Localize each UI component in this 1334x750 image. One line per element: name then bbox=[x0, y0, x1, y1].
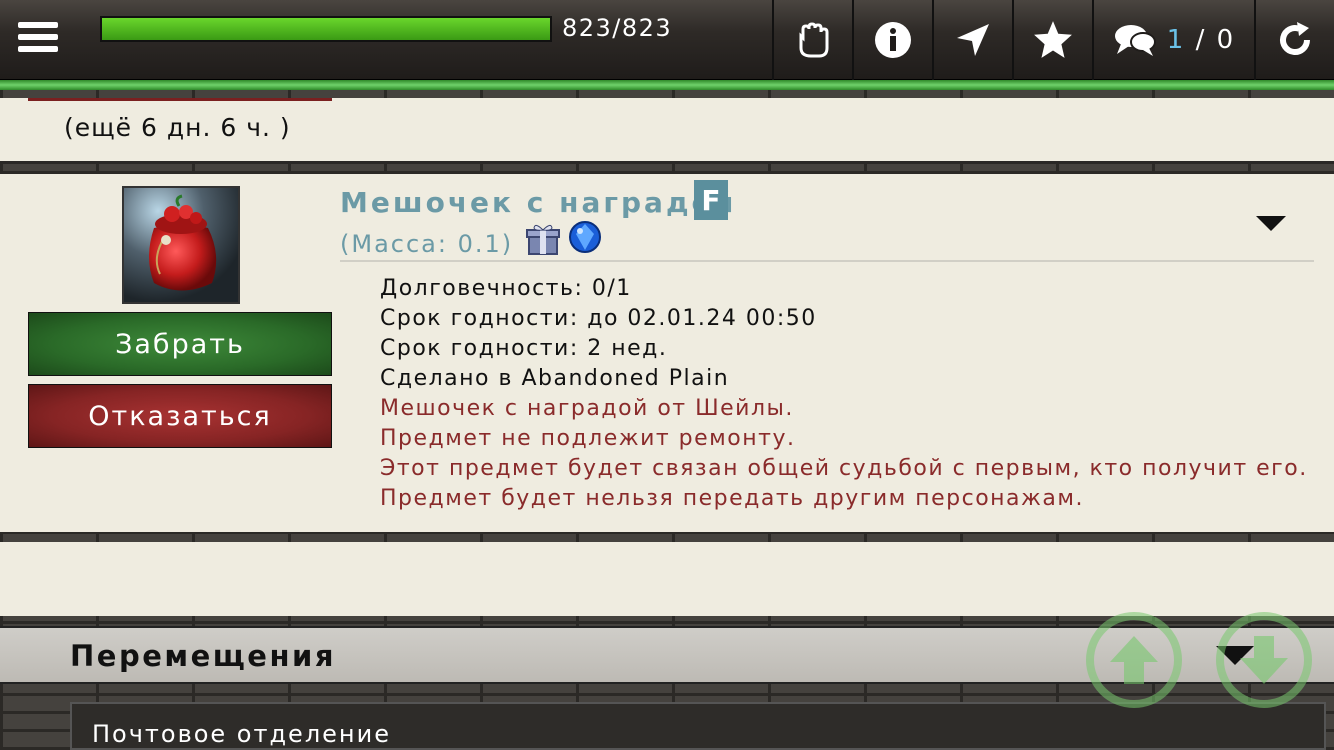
post-office-label: Почтовое отделение bbox=[92, 720, 391, 748]
property-durability: Долговечность: 0/1 bbox=[380, 276, 632, 301]
note-bind-on-pickup: Этот предмет будет связан общей судьбой … bbox=[380, 456, 1308, 481]
top-bar: 823/823 1 / 0 bbox=[0, 0, 1334, 80]
reward-bag-image[interactable] bbox=[122, 186, 240, 304]
property-expiry-date: Срок годности: до 02.01.24 00:50 bbox=[380, 306, 817, 331]
hp-bar-fill bbox=[102, 18, 550, 40]
hand-button[interactable] bbox=[772, 0, 852, 80]
refresh-icon bbox=[1280, 22, 1310, 55]
note-no-transfer: Предмет будет нельзя передать другим пер… bbox=[380, 486, 1084, 511]
gift-icon bbox=[526, 224, 560, 255]
hp-bar bbox=[100, 16, 552, 42]
time-left-text: (ещё 6 дн. 6 ч. ) bbox=[64, 113, 291, 142]
favorites-button[interactable] bbox=[1012, 0, 1092, 80]
timer-divider bbox=[28, 98, 332, 101]
navigate-icon bbox=[957, 24, 989, 56]
movement-title: Перемещения bbox=[70, 639, 336, 673]
timer-panel: (ещё 6 дн. 6 ч. ) bbox=[0, 98, 1334, 164]
empty-panel bbox=[0, 542, 1334, 616]
arrow-down-icon bbox=[1240, 636, 1288, 684]
refresh-button[interactable] bbox=[1254, 0, 1334, 80]
item-grade-badge: F bbox=[694, 180, 728, 220]
item-properties: Долговечность: 0/1 Срок годности: до 02.… bbox=[380, 274, 1308, 514]
refuse-button[interactable]: Отказаться bbox=[28, 384, 332, 448]
item-panel: Забрать Отказаться Мешочек с наградой F … bbox=[0, 174, 1334, 532]
chat-separator: / bbox=[1195, 25, 1207, 55]
navigate-button[interactable] bbox=[932, 0, 1012, 80]
hand-icon bbox=[799, 22, 829, 58]
arrow-up-icon bbox=[1110, 636, 1158, 684]
menu-icon[interactable] bbox=[18, 22, 58, 58]
property-made-in: Сделано в Abandoned Plain bbox=[380, 366, 730, 391]
note-from: Мешочек с наградой от Шейлы. bbox=[380, 396, 794, 421]
scroll-up-button[interactable] bbox=[1086, 612, 1182, 708]
post-office-item[interactable]: Почтовое отделение bbox=[70, 702, 1326, 750]
take-button[interactable]: Забрать bbox=[28, 312, 332, 376]
orb-icon bbox=[569, 221, 601, 253]
star-icon bbox=[1034, 21, 1072, 58]
note-no-repair: Предмет не подлежит ремонту. bbox=[380, 426, 796, 451]
hp-value: 823/823 bbox=[562, 14, 673, 42]
item-expand-chevron-icon[interactable] bbox=[1256, 216, 1286, 231]
chat-icon bbox=[1114, 25, 1156, 56]
info-button[interactable] bbox=[852, 0, 932, 80]
item-mass: (Масса: 0.1) bbox=[340, 230, 514, 258]
scroll-down-button[interactable] bbox=[1216, 612, 1312, 708]
info-icon bbox=[875, 22, 911, 58]
item-title[interactable]: Мешочек с наградой bbox=[340, 186, 736, 219]
hp-indicator-line bbox=[0, 80, 1334, 90]
chat-count: 1 / 0 bbox=[1167, 25, 1235, 55]
chat-unread: 1 bbox=[1166, 25, 1186, 55]
property-expiry-duration: Срок годности: 2 нед. bbox=[380, 336, 668, 361]
chat-button[interactable]: 1 / 0 bbox=[1092, 0, 1254, 80]
item-divider bbox=[340, 260, 1314, 262]
chat-total: 0 bbox=[1216, 25, 1236, 55]
